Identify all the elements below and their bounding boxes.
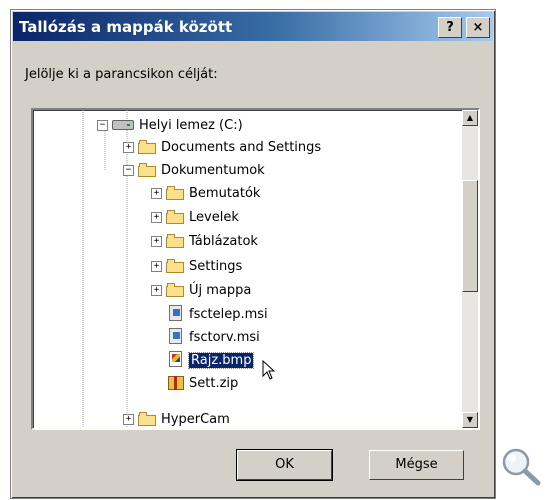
hard-drive-icon xyxy=(112,120,134,130)
tree-item-label: Sett.zip xyxy=(189,375,239,391)
tree-item-drive-c[interactable]: − Helyi lemez (C:) xyxy=(97,114,243,136)
scroll-down-arrow-icon[interactable]: ▼ xyxy=(462,412,478,428)
folder-icon xyxy=(138,163,156,177)
title-bar[interactable]: Tallózás a mappák között ? × xyxy=(13,12,493,41)
folder-tree[interactable]: − Helyi lemez (C:) + Documents and Setti… xyxy=(31,108,480,430)
expand-icon[interactable]: + xyxy=(151,235,162,247)
tree-item-tablazatok[interactable]: + Táblázatok xyxy=(151,230,258,252)
folder-icon xyxy=(166,283,184,297)
tree-item-uj-mappa[interactable]: + Új mappa xyxy=(151,279,251,301)
close-button[interactable]: × xyxy=(466,17,490,38)
tree-item-label: Levelek xyxy=(189,209,239,225)
tree-item-label: Helyi lemez (C:) xyxy=(139,117,243,133)
expand-icon[interactable]: + xyxy=(123,413,134,425)
tree-item-fsctorv-msi[interactable]: fsctorv.msi xyxy=(167,326,260,348)
scroll-thumb[interactable] xyxy=(462,180,478,292)
tree-item-label: HyperCam xyxy=(161,411,230,427)
expand-icon[interactable]: + xyxy=(151,211,162,223)
folder-icon xyxy=(166,210,184,224)
tree-item-label: Settings xyxy=(189,258,243,274)
tree-item-label: Documents and Settings xyxy=(161,139,322,155)
tree-item-label: Új mappa xyxy=(189,282,252,298)
browse-folders-dialog: Tallózás a mappák között ? × Jelölje ki … xyxy=(10,9,496,499)
collapse-icon[interactable]: − xyxy=(97,119,108,131)
dialog-title: Tallózás a mappák között xyxy=(19,18,233,36)
vertical-scrollbar[interactable]: ▲ ▼ xyxy=(462,110,478,428)
zip-file-icon xyxy=(167,373,185,393)
tree-item-label: fsctelep.msi xyxy=(189,306,268,322)
expand-icon[interactable]: + xyxy=(151,284,162,296)
installer-file-icon xyxy=(167,304,185,324)
tree-item-label: Dokumentumok xyxy=(161,162,265,178)
installer-file-icon xyxy=(167,327,185,347)
folder-icon xyxy=(138,140,156,154)
tree-item-label: Bemutatók xyxy=(189,185,261,201)
tree-item-label: fsctorv.msi xyxy=(189,329,260,345)
ok-button[interactable]: OK xyxy=(236,449,333,481)
folder-icon xyxy=(166,259,184,273)
instruction-label: Jelölje ki a parancsikon célját: xyxy=(25,67,218,82)
expand-icon[interactable]: + xyxy=(151,260,162,272)
tree-item-levelek[interactable]: + Levelek xyxy=(151,206,239,228)
folder-icon xyxy=(166,234,184,248)
bitmap-file-icon xyxy=(167,350,185,370)
tree-item-hypercam[interactable]: + HyperCam xyxy=(123,408,230,428)
mouse-pointer-icon xyxy=(262,360,276,380)
scroll-up-arrow-icon[interactable]: ▲ xyxy=(462,110,478,126)
expand-icon[interactable]: + xyxy=(151,187,162,199)
tree-item-settings[interactable]: + Settings xyxy=(151,255,242,277)
tree-item-documents-and-settings[interactable]: + Documents and Settings xyxy=(123,136,321,158)
tree-item-fsctelep-msi[interactable]: fsctelep.msi xyxy=(167,303,268,325)
tree-item-bemutatok[interactable]: + Bemutatók xyxy=(151,182,260,204)
tree-item-dokumentumok[interactable]: − Dokumentumok xyxy=(123,159,265,181)
expand-icon[interactable]: + xyxy=(123,141,134,153)
tree-item-rajz-bmp[interactable]: Rajz.bmp xyxy=(167,349,255,371)
magnifier-icon[interactable] xyxy=(499,446,543,486)
help-button[interactable]: ? xyxy=(438,17,462,38)
folder-icon xyxy=(166,186,184,200)
tree-item-label: Táblázatok xyxy=(189,233,258,249)
folder-icon xyxy=(138,412,156,426)
collapse-icon[interactable]: − xyxy=(123,164,134,176)
cancel-button[interactable]: Mégse xyxy=(369,450,464,480)
tree-item-label-selected: Rajz.bmp xyxy=(187,351,255,369)
tree-item-sett-zip[interactable]: Sett.zip xyxy=(167,372,238,394)
